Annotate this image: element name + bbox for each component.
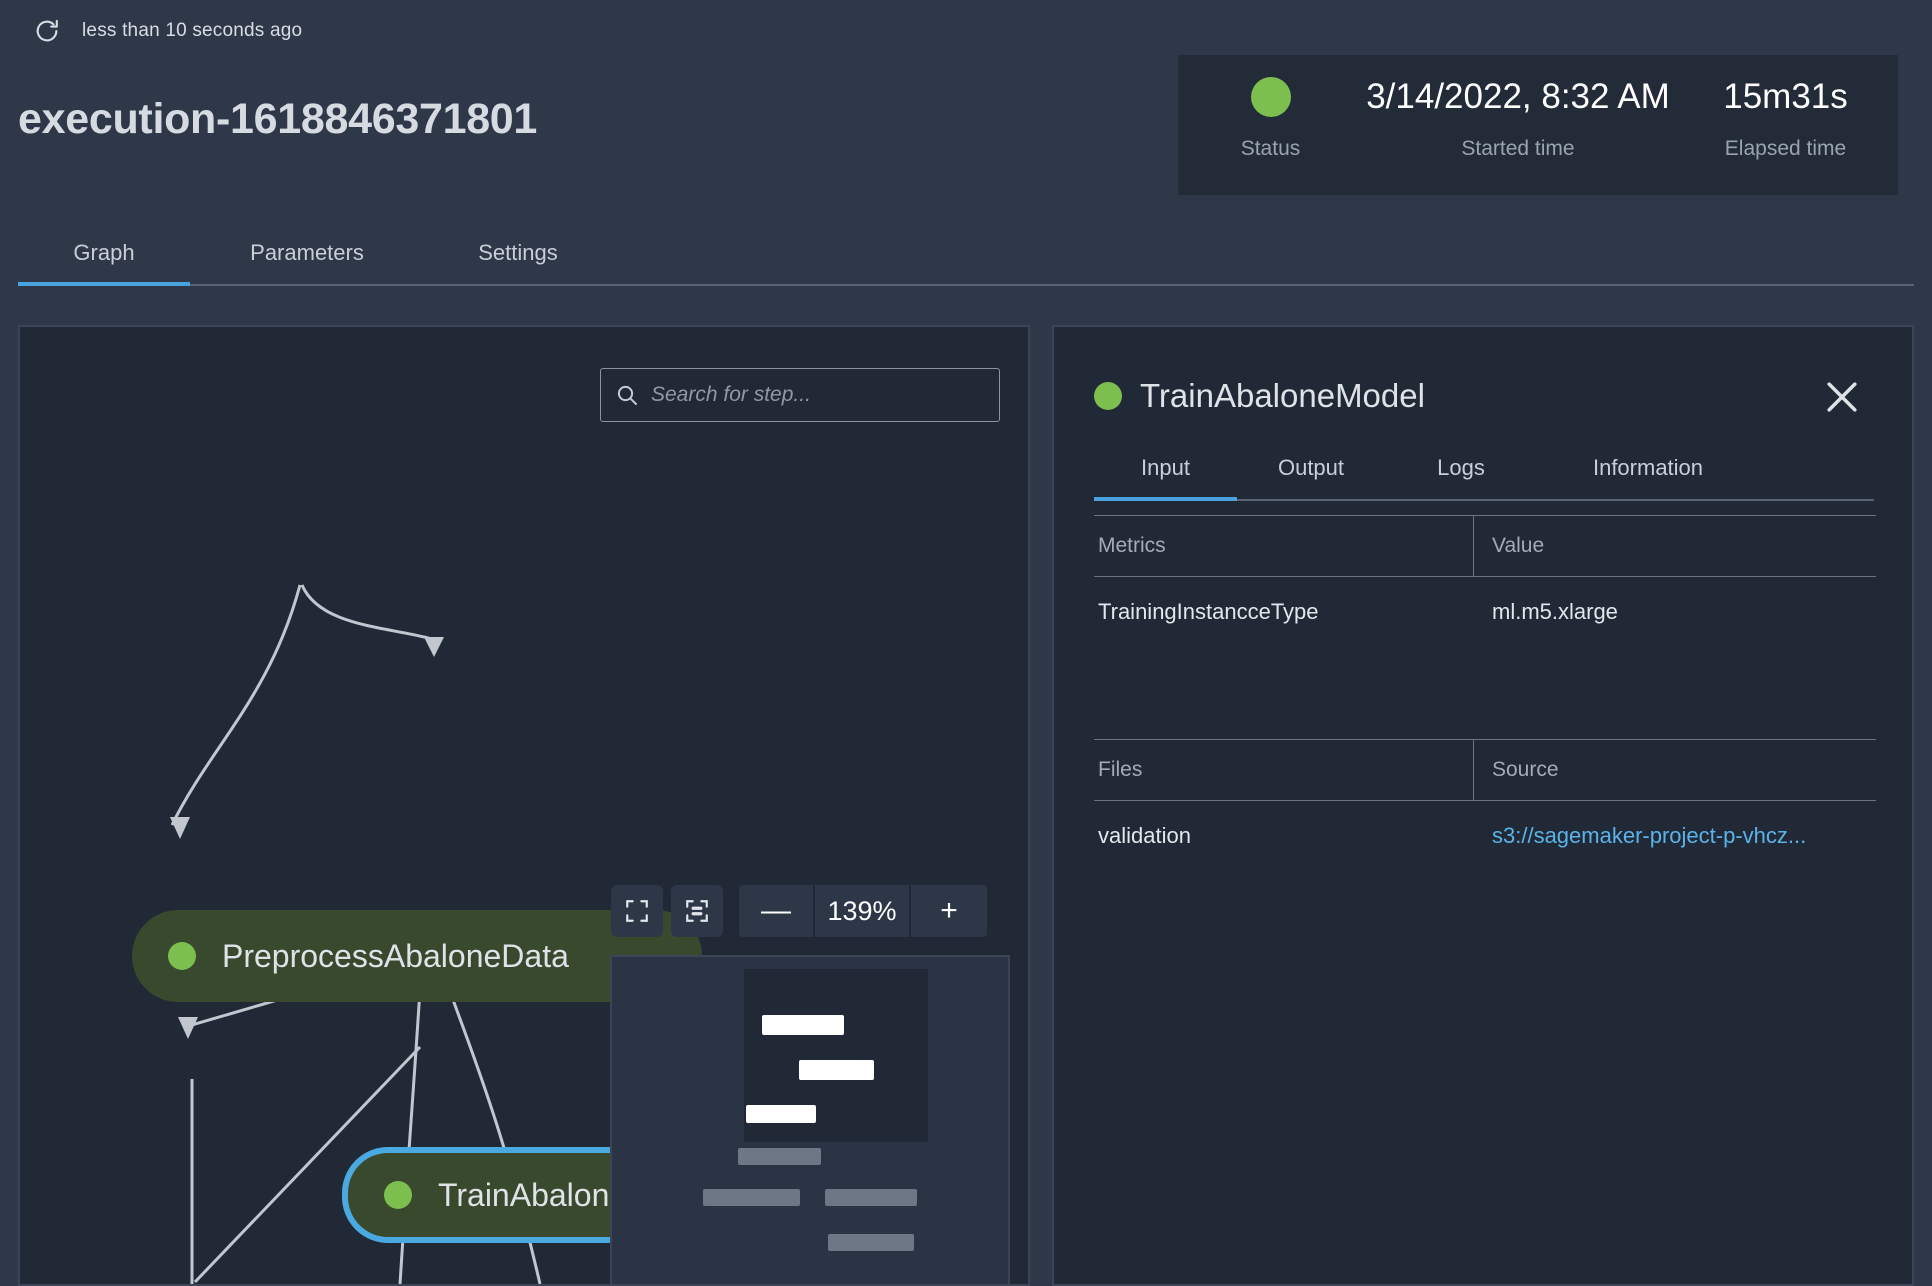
table-header-row: Files Source [1094, 739, 1876, 801]
minimap-node [825, 1189, 917, 1206]
zoom-out-button[interactable]: — [739, 885, 815, 937]
close-icon[interactable] [1814, 369, 1870, 425]
tab-logs-label: Logs [1437, 455, 1485, 480]
node-status-dot-icon [168, 942, 196, 970]
zoom-out-label: — [761, 894, 791, 927]
started-time-label: Started time [1461, 137, 1575, 160]
search-input[interactable] [651, 383, 971, 407]
graph-minimap[interactable] [610, 955, 1010, 1286]
fit-to-screen-icon[interactable] [611, 885, 663, 937]
tab-information[interactable]: Information [1553, 437, 1743, 499]
metrics-table: Metrics Value TrainingInstancceType ml.m… [1094, 515, 1876, 647]
graph-node-label: PreprocessAbaloneData [222, 937, 569, 974]
refresh-row: less than 10 seconds ago [30, 14, 302, 48]
column-header-files: Files [1094, 740, 1474, 800]
files-table: Files Source validation s3://sagemaker-p… [1094, 739, 1876, 871]
elapsed-time-column: 15m31s Elapsed time [1683, 55, 1888, 161]
started-time-value: 3/14/2022, 8:32 AM [1366, 77, 1670, 116]
tab-graph-label: Graph [73, 240, 135, 265]
column-header-source: Source [1492, 758, 1559, 781]
page-tabs: Graph Parameters Settings [18, 222, 1914, 286]
graph-zoom-toolbar: — 139% + [611, 885, 987, 937]
table-row: validation s3://sagemaker-project-p-vhcz… [1094, 801, 1876, 871]
metric-value: ml.m5.xlarge [1492, 599, 1618, 624]
detail-status-dot-icon [1094, 382, 1122, 410]
status-value [1250, 67, 1291, 127]
tab-graph[interactable]: Graph [18, 222, 190, 286]
tab-information-label: Information [1592, 455, 1704, 480]
tab-input-label: Input [1141, 455, 1190, 480]
status-dot-icon [1250, 77, 1291, 117]
minimap-node [762, 1015, 844, 1035]
status-label: Status [1240, 137, 1301, 160]
tab-logs[interactable]: Logs [1391, 437, 1531, 499]
tab-output-label: Output [1277, 455, 1345, 480]
refresh-timestamp: less than 10 seconds ago [82, 20, 303, 41]
table-header-row: Metrics Value [1094, 515, 1876, 577]
step-detail-panel: TrainAbaloneModel Input Output Logs Info… [1052, 325, 1914, 1286]
minimap-node [828, 1234, 914, 1251]
zoom-in-button[interactable]: + [911, 885, 987, 937]
metric-name: TrainingInstancceType [1098, 599, 1319, 624]
zoom-in-label: + [940, 894, 958, 927]
column-header-value: Value [1492, 534, 1545, 557]
tab-input[interactable]: Input [1094, 437, 1237, 501]
refresh-icon[interactable] [30, 14, 64, 48]
started-time-column: 3/14/2022, 8:32 AM Started time [1353, 55, 1683, 161]
page-title: execution-1618846371801 [18, 95, 538, 143]
table-row: TrainingInstancceType ml.m5.xlarge [1094, 577, 1876, 647]
file-source-link[interactable]: s3://sagemaker-project-p-vhcz... [1474, 823, 1876, 849]
minimap-node [703, 1189, 800, 1206]
zoom-level-value: 139% [815, 885, 911, 937]
elapsed-time-value: 15m31s [1723, 77, 1848, 116]
detail-header: TrainAbaloneModel [1094, 377, 1425, 415]
zoom-stepper: — 139% + [739, 885, 987, 937]
tab-parameters[interactable]: Parameters [208, 222, 406, 284]
tab-output[interactable]: Output [1237, 437, 1385, 499]
file-name: validation [1098, 823, 1191, 848]
column-header-metrics: Metrics [1094, 516, 1474, 576]
node-status-dot-icon [384, 1181, 412, 1209]
elapsed-time-label: Elapsed time [1724, 137, 1847, 160]
graph-search-box[interactable] [600, 368, 1000, 422]
detail-title: TrainAbaloneModel [1140, 377, 1425, 414]
center-selection-icon[interactable] [671, 885, 723, 937]
tab-parameters-label: Parameters [250, 240, 364, 265]
search-icon [617, 385, 637, 405]
detail-tabs: Input Output Logs Information [1094, 437, 1874, 501]
minimap-node [746, 1105, 816, 1123]
minimap-node [738, 1148, 821, 1165]
tab-settings-label: Settings [478, 240, 558, 265]
execution-status-card: Status 3/14/2022, 8:32 AM Started time 1… [1178, 55, 1898, 195]
tab-settings[interactable]: Settings [430, 222, 606, 284]
status-column: Status [1188, 55, 1353, 161]
minimap-node [799, 1060, 874, 1080]
